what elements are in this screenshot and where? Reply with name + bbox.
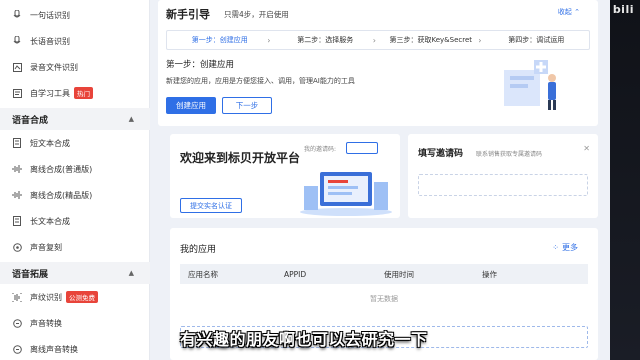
sidebar-item-offline-standard[interactable]: 离线合成(普通版) — [0, 158, 150, 180]
step-select-service[interactable]: 第二步：选择服务 › — [273, 35, 379, 45]
sidebar-item-label: 短文本合成 — [30, 138, 70, 148]
sidebar-item-label: 长文本合成 — [30, 216, 70, 226]
grid-icon: ⁘ — [552, 243, 559, 252]
guide-steps: 第一步：创建应用 › 第二步：选择服务 › 第三步：获取Key&Secret › 第四… — [166, 30, 590, 50]
sidebar-item-label: 离线合成(普通版) — [30, 164, 93, 174]
guide-title: 新手引导 — [166, 8, 210, 21]
doc-icon — [12, 216, 22, 226]
welcome-card: 欢迎来到标贝开放平台 我的邀请码: 提交实名认证 — [170, 134, 400, 218]
more-link[interactable]: ⁘ 更多 — [552, 242, 578, 253]
column-header: 操作 — [482, 269, 497, 279]
fill-code-title: 填写邀请码 — [418, 149, 464, 159]
apps-table-header: 应用名称 APPID 使用时间 操作 — [180, 264, 588, 284]
book-icon — [12, 88, 22, 98]
sidebar-item-label: 自学习工具 — [30, 88, 70, 98]
step-debug[interactable]: 第四步：调试运用 — [484, 35, 590, 45]
chevron-right-icon: › — [478, 35, 482, 45]
file-audio-icon — [12, 62, 22, 72]
chevron-right-icon: › — [267, 35, 271, 45]
convert-icon — [12, 344, 22, 354]
free-beta-badge: 公测免费 — [66, 291, 98, 303]
video-subtitle: 有兴趣的朋友啊也可以去研究一下 — [180, 330, 428, 349]
guide-illustration — [504, 60, 556, 110]
sidebar-group-extension[interactable]: 语音拓展 ▲ — [0, 262, 150, 284]
watermark-logo: bili — [612, 3, 634, 16]
empty-state: 暂无数据 — [370, 295, 398, 303]
sidebar-item-label: 声音复刻 — [30, 242, 62, 252]
voice-icon — [12, 242, 22, 252]
sidebar-item-label: 声纹识别 — [30, 292, 62, 302]
sidebar-item-self-learning[interactable]: 自学习工具 热门 — [0, 82, 150, 104]
hot-badge: 热门 — [74, 87, 93, 99]
sidebar-group-label: 语音合成 — [12, 115, 49, 126]
fingerprint-icon — [12, 292, 22, 302]
wave-icon — [12, 164, 22, 174]
chevron-up-icon: ▲ — [128, 269, 134, 277]
step-get-key[interactable]: 第三步：获取Key&Secret › — [378, 35, 484, 45]
column-header: 使用时间 — [384, 269, 414, 279]
fill-code-subtitle: 联系销售获取专属邀请码 — [476, 151, 543, 158]
chevron-up-icon: ▲ — [128, 115, 134, 123]
sidebar-item-voiceprint[interactable]: 声纹识别 公测免费 — [0, 286, 150, 308]
step-description: 新建您的应用，应用是方便您接入、调用，管理AI能力的工具 — [166, 77, 355, 85]
fill-invite-code-card: 填写邀请码 联系销售获取专属邀请码 ✕ — [408, 134, 598, 218]
sidebar-item-label: 长语音识别 — [30, 36, 70, 46]
console-screen: 一句话识别 长语音识别 录音文件识别 自学习工具 热门 语音合成 ▲ 短文本合成… — [0, 0, 610, 360]
create-app-button[interactable]: 创建应用 — [166, 97, 216, 114]
column-header: APPID — [284, 269, 307, 279]
mic-icon — [12, 36, 22, 46]
close-icon[interactable]: ✕ — [583, 144, 590, 153]
guide-subtitle: 只需4步，开启使用 — [224, 10, 289, 19]
invite-code-field[interactable] — [346, 142, 378, 154]
next-step-button[interactable]: 下一步 — [222, 97, 272, 114]
sidebar-item-offline-convert[interactable]: 离线声音转换 — [0, 338, 150, 360]
sidebar-item-voice-clone[interactable]: 声音复刻 — [0, 236, 150, 258]
sidebar-item-voice-convert[interactable]: 声音转换 — [0, 312, 150, 334]
sidebar-item-short-synthesis[interactable]: 短文本合成 — [0, 132, 150, 154]
submit-verification-button[interactable]: 提交实名认证 — [180, 198, 242, 213]
sidebar-item-long-synthesis[interactable]: 长文本合成 — [0, 210, 150, 232]
video-edge: bili — [610, 0, 640, 360]
wave-icon — [12, 190, 22, 200]
mic-icon — [12, 10, 22, 20]
sidebar-item-offline-premium[interactable]: 离线合成(精品版) — [0, 184, 150, 206]
sidebar-item-long-recognition[interactable]: 长语音识别 — [0, 30, 150, 52]
sidebar-item-label: 离线声音转换 — [30, 344, 78, 354]
beginner-guide-card: 新手引导 只需4步，开启使用 收起 ⌃ 第一步：创建应用 › 第二步：选择服务 › … — [158, 0, 598, 126]
collapse-button[interactable]: 收起 ⌃ — [558, 7, 580, 17]
sidebar-item-label: 离线合成(精品版) — [30, 190, 93, 200]
welcome-illustration — [300, 172, 392, 216]
column-header: 应用名称 — [188, 269, 218, 279]
sidebar-item-label: 一句话识别 — [30, 10, 70, 20]
sidebar: 一句话识别 长语音识别 录音文件识别 自学习工具 热门 语音合成 ▲ 短文本合成… — [0, 0, 150, 360]
invite-code-label: 我的邀请码: — [304, 146, 337, 153]
welcome-title: 欢迎来到标贝开放平台 — [180, 151, 301, 165]
sidebar-item-sentence-recognition[interactable]: 一句话识别 — [0, 4, 150, 26]
step-create-app[interactable]: 第一步：创建应用 › — [167, 35, 273, 45]
doc-icon — [12, 138, 22, 148]
chevron-right-icon: › — [372, 35, 376, 45]
sidebar-item-label: 录音文件识别 — [30, 62, 78, 72]
sidebar-group-label: 语音拓展 — [12, 269, 49, 280]
sidebar-group-synthesis[interactable]: 语音合成 ▲ — [0, 108, 150, 130]
apps-title: 我的应用 — [180, 245, 217, 255]
convert-icon — [12, 318, 22, 328]
invite-code-input[interactable] — [418, 174, 588, 196]
sidebar-item-label: 声音转换 — [30, 318, 62, 328]
chevron-up-icon: ⌃ — [574, 8, 580, 16]
sidebar-item-file-recognition[interactable]: 录音文件识别 — [0, 56, 150, 78]
step-title: 第一步：创建应用 — [166, 60, 235, 70]
